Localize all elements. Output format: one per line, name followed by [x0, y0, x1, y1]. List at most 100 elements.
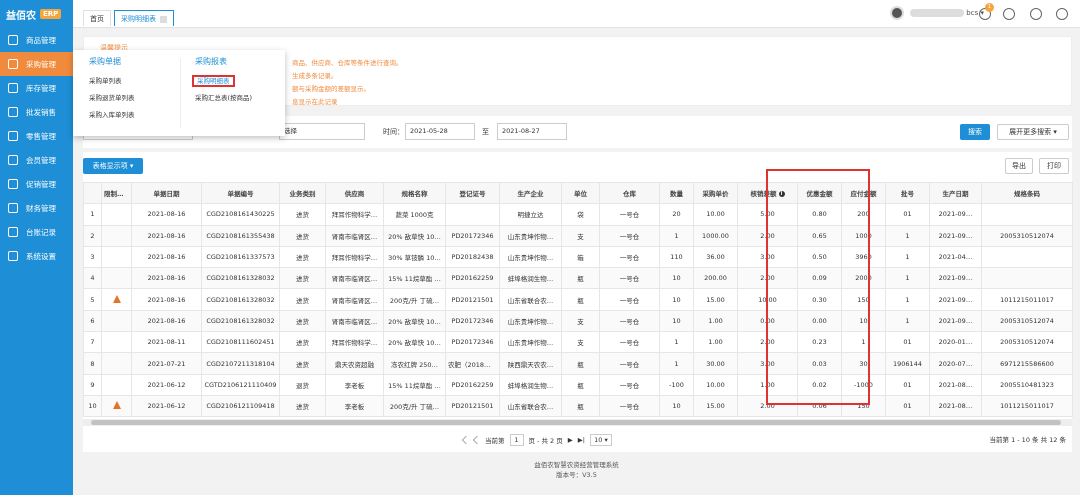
table-cell: 一号仓 — [599, 394, 660, 418]
column-header[interactable]: 登记证号 — [445, 181, 500, 205]
table-cell: 李老板 — [325, 373, 384, 396]
scroll-thumb[interactable] — [91, 420, 1061, 425]
column-header[interactable] — [83, 181, 102, 205]
column-header[interactable]: 采购单价 — [693, 181, 738, 205]
table-row[interactable]: 9 2021-06-12 CGTD2106121110409 退货 李老板 15% 11烷… — [83, 373, 1073, 396]
table-cell: 1011215011017 — [981, 288, 1073, 311]
page-input[interactable]: 1 — [509, 434, 524, 446]
tab-purchase-detail[interactable]: 采购明细表 — [114, 10, 174, 26]
table-row[interactable]: 8 2021-07-21 CGD2107211318104 进货 鼎天农资超融 冻农红牌 … — [83, 352, 1073, 375]
menu-item-purchase-list[interactable]: 采购单列表 — [89, 73, 135, 90]
export-button[interactable]: 导出 — [1005, 158, 1033, 174]
user-menu[interactable]: bcs ▾ — [890, 6, 984, 20]
table-row[interactable]: 10 2021-06-12 CGD2106121109418 进货 李老板 200克/升 … — [83, 394, 1073, 418]
table-cell: 0.30 — [797, 288, 842, 311]
table-cell: 9 — [83, 373, 102, 396]
table-cell: 1.00 — [737, 373, 798, 396]
sidebar-item[interactable]: 采购管理 — [0, 52, 73, 76]
table-cell: 箱 — [561, 245, 600, 269]
close-icon[interactable] — [160, 15, 167, 23]
sidebar-item[interactable]: 系统设置 — [0, 244, 73, 268]
table-row[interactable]: 3 2021-08-16 CGD2108161337573 进货 拜耳作物科学… 30% … — [83, 245, 1073, 269]
menu-item-return-list[interactable]: 采购退货单列表 — [89, 90, 135, 107]
column-header[interactable]: 生产日期 — [929, 181, 982, 205]
table-cell: 01 — [885, 203, 930, 226]
page-total: 页 - 共 2 页 — [528, 437, 563, 445]
table-row[interactable]: 6 2021-08-16 CGD2108161328032 进货 肾南市临肾区… 20% … — [83, 309, 1073, 333]
menu-item-purchase-detail[interactable]: 采购明细表 — [192, 75, 235, 87]
table-row[interactable]: 7 2021-08-11 CGD2108111602451 进货 拜耳作物科学… 20% … — [83, 331, 1073, 354]
column-header[interactable]: 限制使用 — [101, 181, 132, 205]
column-header[interactable]: 生产企业 — [499, 181, 562, 205]
sidebar-item[interactable]: 财务管理 — [0, 196, 73, 220]
table-cell: CGD2108161328032 — [201, 309, 280, 333]
menu-item-purchase-summary[interactable]: 采购汇总表(按商品) — [195, 90, 252, 107]
sidebar-item-label: 台账记录 — [26, 227, 56, 237]
table-cell — [101, 224, 132, 247]
table-row[interactable]: 1 2021-08-16 CGD2108161430225 进货 拜耳作物科学… 蔬菜 1… — [83, 203, 1073, 226]
table-row[interactable]: 4 2021-08-16 CGD2108161328032 进货 肾南市临肾区… 15% … — [83, 267, 1073, 290]
prev-page-icon[interactable] — [472, 435, 482, 445]
column-header[interactable]: 仓库 — [599, 181, 660, 205]
table-cell: 2 — [83, 224, 102, 247]
menu-group-title: 采购单据 — [89, 57, 121, 66]
sidebar-item-label: 采购管理 — [26, 59, 56, 69]
column-header[interactable]: 核销差额 i — [737, 181, 798, 205]
table-cell: 2021-08… — [929, 394, 982, 418]
menu-item-inbound-list[interactable]: 采购入库单列表 — [89, 107, 135, 124]
table-cell: 01 — [885, 373, 930, 396]
table-cell: 2021-06-12 — [131, 394, 202, 418]
select-input[interactable]: 选择 — [279, 123, 365, 140]
date-from-input[interactable]: 2021-05-28 — [405, 123, 475, 140]
expand-search-button[interactable]: 展开更多搜索 ▾ — [997, 124, 1069, 140]
support-icon[interactable] — [1003, 8, 1015, 20]
column-header[interactable]: 单位 — [561, 181, 600, 205]
table-cell: 陕西鼎天农农… — [499, 352, 562, 375]
info-icon[interactable]: i — [778, 191, 785, 198]
last-page-icon[interactable]: ▶| — [578, 436, 585, 444]
table-cell: 蚌埠格润生物… — [499, 267, 562, 290]
search-button[interactable]: 搜索 — [960, 124, 990, 140]
first-page-icon[interactable] — [461, 435, 471, 445]
sidebar-item[interactable]: 促销管理 — [0, 172, 73, 196]
sidebar-item[interactable]: 批发销售 — [0, 100, 73, 124]
sidebar-item[interactable]: 商品管理 — [0, 28, 73, 52]
table-cell: 30% 草铵膦 10… — [383, 245, 446, 269]
erp-tag: ERP — [40, 9, 62, 19]
table-row[interactable]: 5 2021-08-16 CGD2108161328032 进货 肾南市临肾区… 200克… — [83, 288, 1073, 311]
sidebar-item[interactable]: 台账记录 — [0, 220, 73, 244]
next-page-icon[interactable]: ▶ — [568, 436, 573, 444]
table-cell: 200克/升 丁硫… — [383, 394, 446, 418]
horizontal-scrollbar[interactable] — [83, 419, 1072, 426]
table-cell: 2.00 — [737, 331, 798, 354]
column-header[interactable]: 单据日期 — [131, 181, 202, 205]
column-header[interactable]: 数量 — [659, 181, 694, 205]
sidebar-item[interactable]: 零售管理 — [0, 124, 73, 148]
column-header[interactable]: 规格条码 — [981, 181, 1073, 205]
table-cell: 7 — [83, 331, 102, 354]
tip-line: 商品、供应商、仓库等条件进行查询。 — [292, 59, 403, 67]
sidebar-item[interactable]: 库存管理 — [0, 76, 73, 100]
tab-home[interactable]: 首页 — [83, 10, 111, 26]
column-header[interactable]: 应付金额 — [841, 181, 886, 205]
table-row[interactable]: 2 2021-08-16 CGD2108161355438 进货 肾南市临肾区… 20% … — [83, 224, 1073, 247]
column-header[interactable]: 优惠金额 — [797, 181, 842, 205]
column-header[interactable]: 规格名称 — [383, 181, 446, 205]
print-button[interactable]: 打印 — [1039, 158, 1069, 174]
column-header[interactable]: 批号 — [885, 181, 930, 205]
table-cell: CGD2106121109418 — [201, 394, 280, 418]
table-cell: 支 — [561, 224, 600, 247]
app-logo[interactable]: 益佰农 ERP — [0, 0, 73, 28]
column-header[interactable]: 单据编号 — [201, 181, 280, 205]
date-to-input[interactable]: 2021-08-27 — [497, 123, 567, 140]
sidebar-item[interactable]: 会员管理 — [0, 148, 73, 172]
table-cell: CGD2107211318104 — [201, 352, 280, 375]
column-header[interactable]: 业务类别 — [279, 181, 326, 205]
column-header[interactable]: 供应商 — [325, 181, 384, 205]
power-icon[interactable] — [1056, 8, 1068, 20]
page-size-select[interactable]: 10 ▾ — [589, 434, 612, 446]
table-cell: 2021-08-16 — [131, 224, 202, 247]
display-columns-button[interactable]: 表格显示项 ▾ — [83, 158, 143, 174]
help-icon[interactable] — [1030, 8, 1042, 20]
table-cell: 拜耳作物科学… — [325, 203, 384, 226]
